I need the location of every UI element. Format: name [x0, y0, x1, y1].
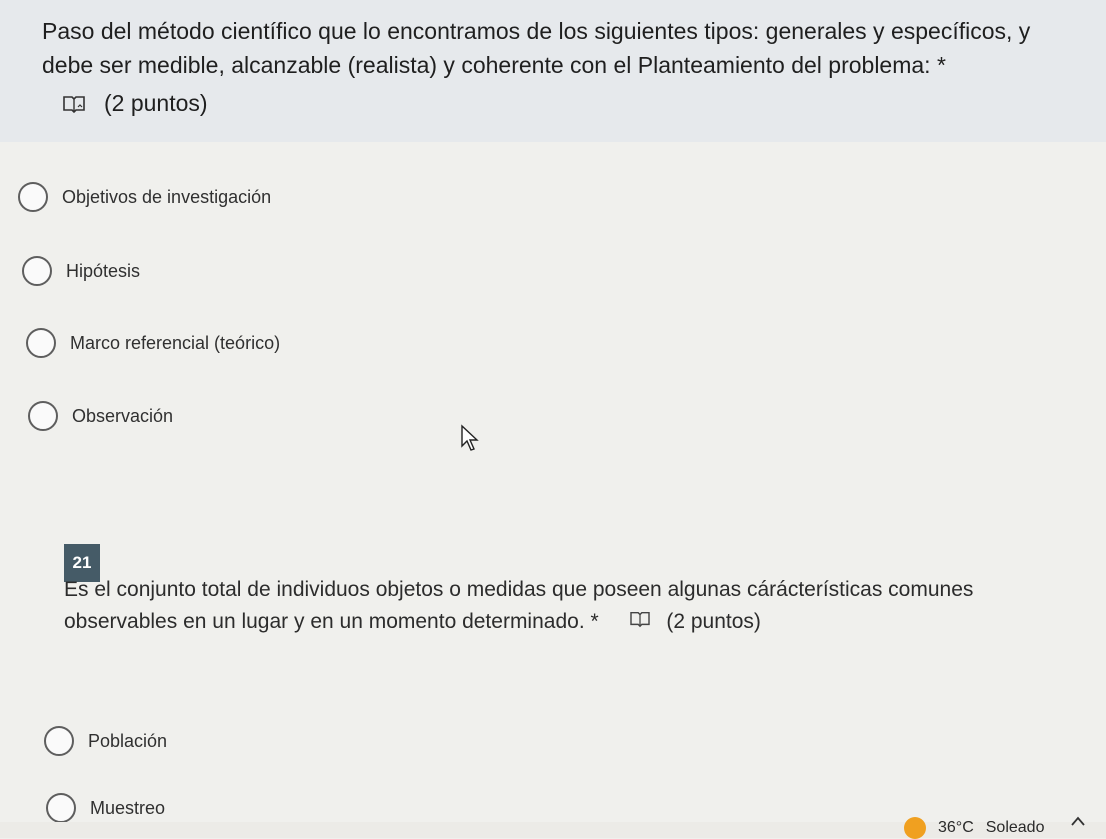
question-20-text: Paso del método científico que lo encont…: [42, 18, 1031, 78]
question-20-points-row: (2 puntos): [62, 88, 208, 118]
radio-button[interactable]: [22, 256, 52, 286]
radio-button[interactable]: [44, 726, 74, 756]
weather-condition: Soleado: [985, 819, 1045, 836]
question-21-points: (2 puntos): [666, 610, 761, 633]
option-label: Observación: [72, 405, 174, 426]
option-label: Muestreo: [90, 797, 166, 818]
radio-button[interactable]: [28, 401, 58, 431]
immersive-reader-icon[interactable]: [629, 606, 651, 638]
weather-temperature: 36°C: [938, 819, 974, 836]
mouse-pointer-icon: [461, 424, 479, 451]
immersive-reader-icon[interactable]: [62, 93, 86, 114]
option-label: Marco referencial (teórico): [70, 332, 281, 353]
chevron-up-icon[interactable]: [1068, 814, 1088, 828]
option-objetivos[interactable]: Objetivos de investigación: [18, 182, 271, 212]
option-label: Objetivos de investigación: [62, 186, 272, 207]
weather-widget[interactable]: 36°C Soleado: [904, 817, 1045, 839]
option-muestreo[interactable]: Muestreo: [46, 793, 165, 823]
radio-button[interactable]: [46, 793, 76, 823]
option-label: Hipótesis: [66, 260, 141, 281]
option-observacion[interactable]: Observación: [28, 401, 173, 431]
sun-icon: [904, 817, 926, 839]
question-20-points: (2 puntos): [104, 89, 208, 116]
radio-button[interactable]: [18, 182, 48, 212]
option-marco-referencial[interactable]: Marco referencial (teórico): [26, 328, 280, 358]
question-21-text-block: Es el conjunto total de individuos objet…: [64, 574, 1064, 638]
radio-button[interactable]: [26, 328, 56, 358]
question-21-text: Es el conjunto total de individuos objet…: [64, 578, 974, 633]
option-poblacion[interactable]: Población: [44, 726, 167, 756]
option-hipotesis[interactable]: Hipótesis: [22, 256, 140, 286]
option-label: Población: [88, 730, 168, 751]
